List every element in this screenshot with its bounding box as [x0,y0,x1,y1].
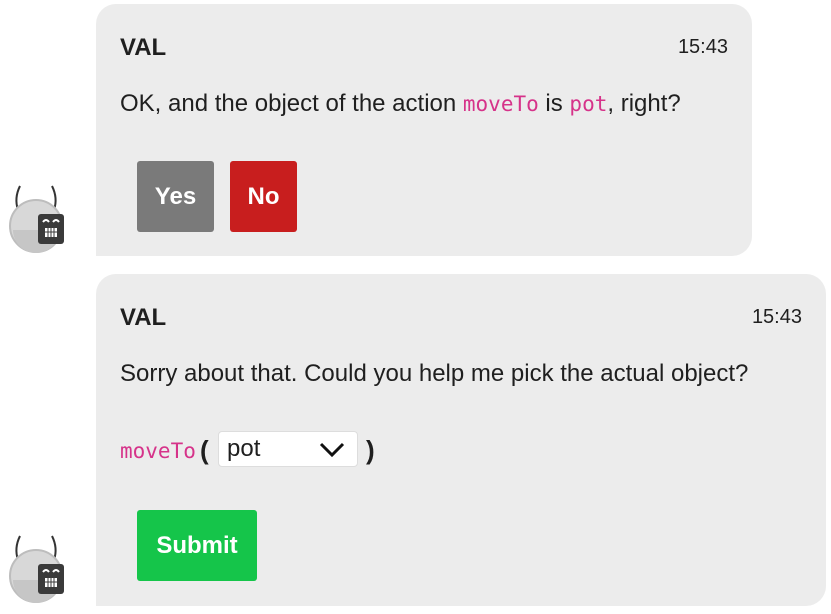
no-button[interactable]: No [230,161,297,232]
submit-button[interactable]: Submit [137,510,257,581]
chat-message: VAL 15:43 Sorry about that. Could you he… [96,274,826,606]
open-paren: ( [200,435,209,465]
message-text-part: OK, and the object of the action [120,90,463,117]
yes-button[interactable]: Yes [137,161,214,232]
message-text-part: is [538,90,570,117]
object-code: pot [569,92,608,116]
message-time: 15:43 [677,36,728,58]
robot-avatar-icon [4,528,68,608]
message-text: OK, and the object of the action moveTo … [120,90,681,118]
robot-avatar-icon [4,178,68,258]
message-text: Sorry about that. Could you help me pick… [120,360,749,387]
close-paren: ) [366,435,375,465]
chevron-down-icon [317,438,347,467]
chat-message: VAL 15:43 OK, and the object of the acti… [96,4,752,256]
message-time: 15:43 [751,306,802,328]
object-select-value: pot [227,435,261,462]
message-text-part: , right? [607,90,681,117]
sender-name: VAL [120,34,167,61]
action-code: moveTo [120,439,196,463]
object-select[interactable]: pot [218,431,358,467]
action-code: moveTo [462,92,539,116]
sender-name: VAL [120,304,167,331]
